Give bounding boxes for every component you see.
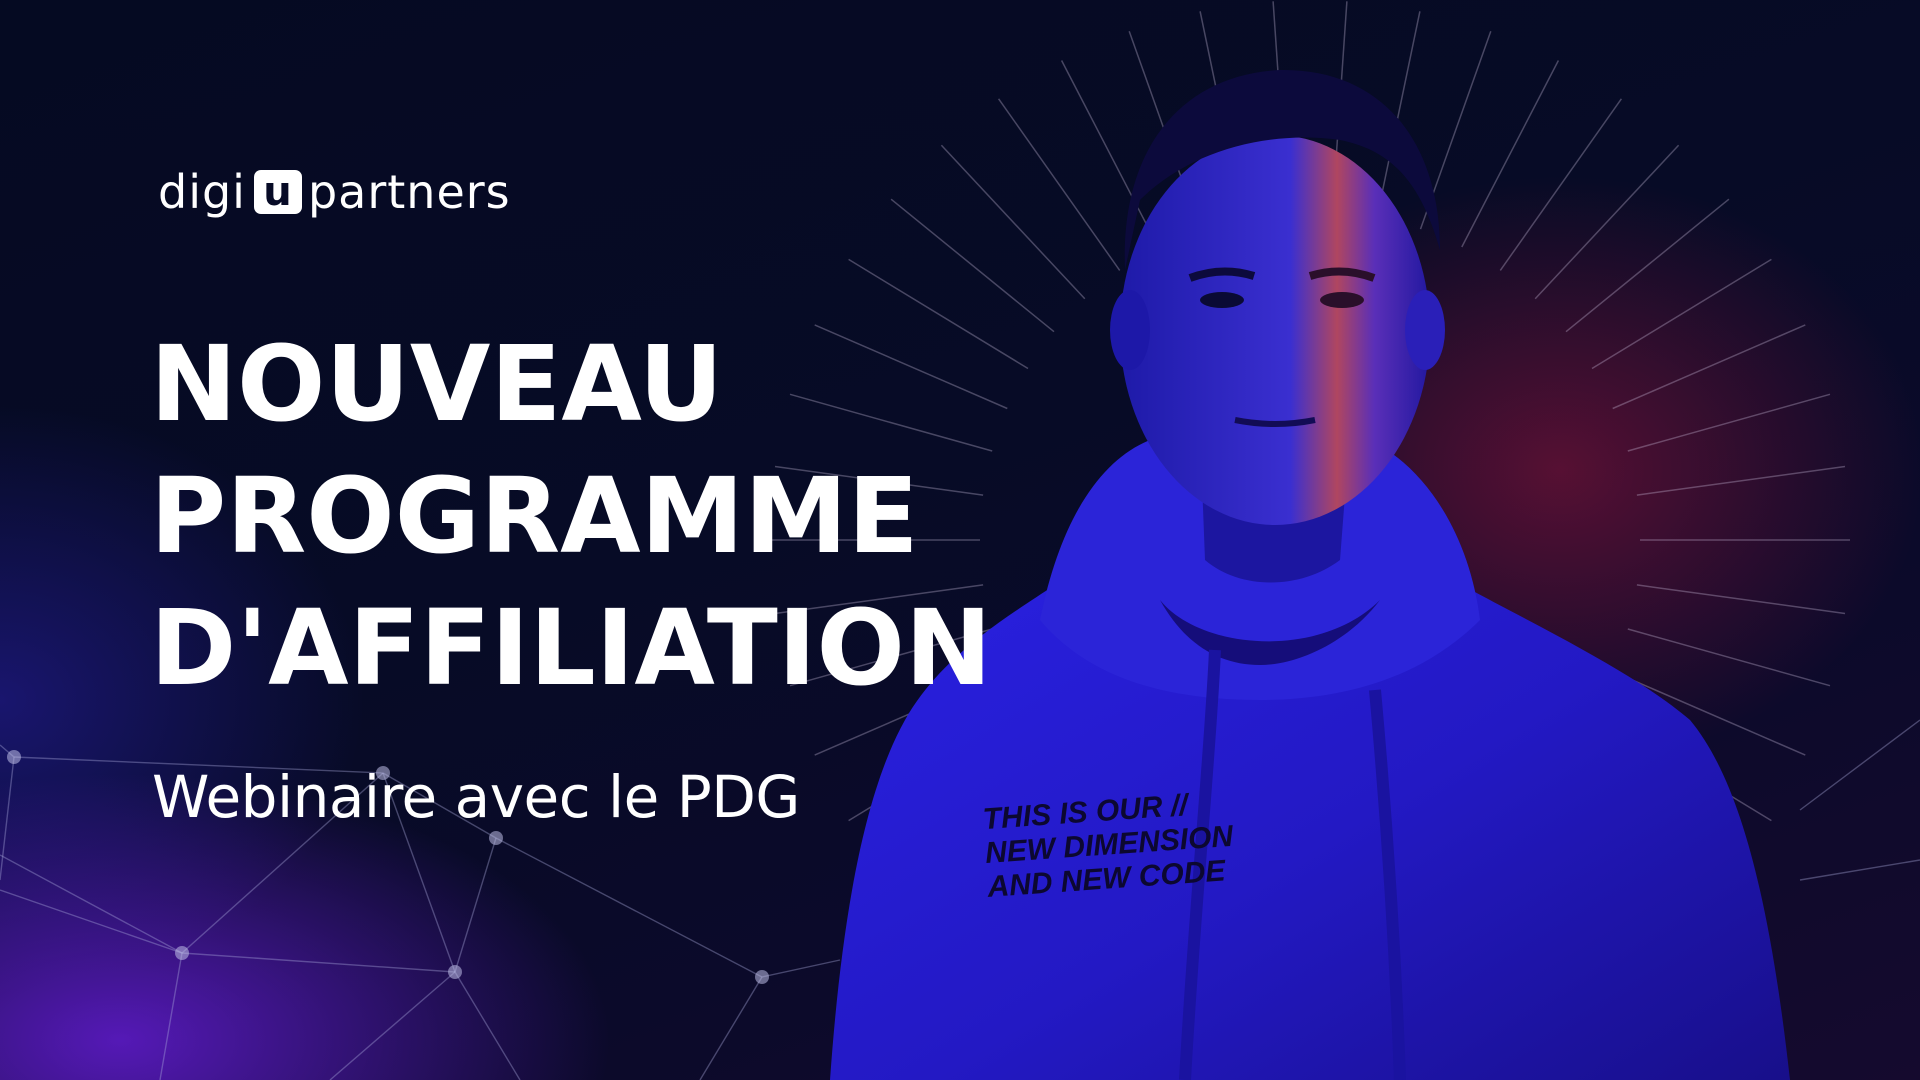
logo-text-suffix: partners (307, 165, 511, 219)
logo-text-prefix: digi (158, 165, 246, 219)
headline: NOUVEAU PROGRAMME D'AFFILIATION (150, 318, 992, 714)
subtitle: Webinaire avec le PDG (152, 763, 800, 831)
headline-line1: NOUVEAU (150, 323, 724, 445)
webinar-banner: THIS IS OUR // NEW DIMENSION AND NEW COD… (0, 0, 1920, 1080)
digiu-partners-logo: digi u partners (158, 162, 511, 222)
headline-line2: PROGRAMME (150, 455, 919, 577)
logo-u-box: u (253, 170, 302, 214)
headline-line3: D'AFFILIATION (150, 587, 992, 709)
